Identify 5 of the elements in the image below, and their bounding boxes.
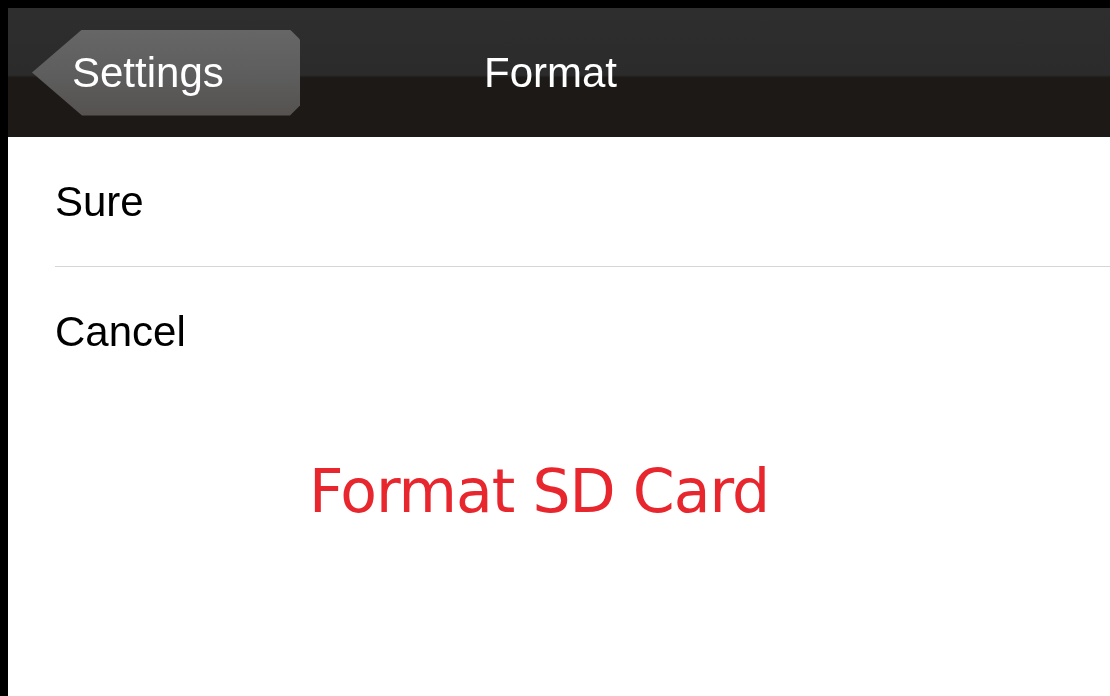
option-item[interactable]: Sure — [55, 177, 144, 226]
caption-text: Format SD Card — [308, 456, 770, 526]
option-item[interactable]: Cancel — [55, 307, 186, 356]
screen-title: Format — [484, 48, 617, 97]
back-button[interactable]: Settings — [32, 29, 300, 116]
